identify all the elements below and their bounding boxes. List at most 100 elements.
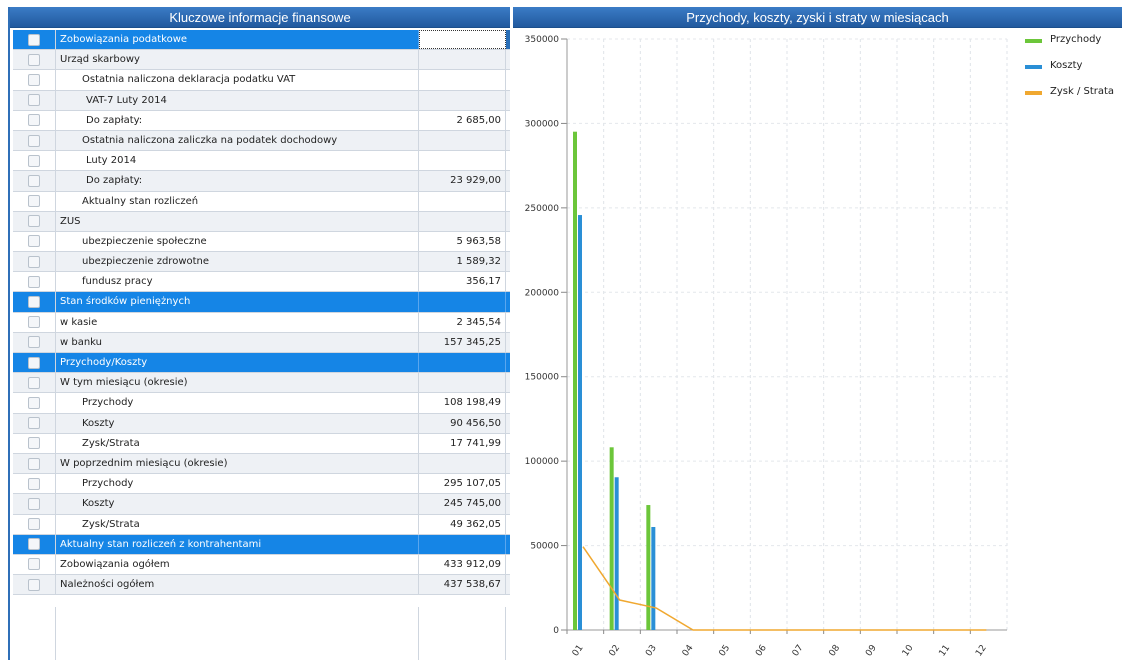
bar-przychody	[646, 505, 651, 630]
row-selector[interactable]	[13, 90, 56, 110]
table-row[interactable]: Luty 2014	[13, 151, 510, 172]
row-checkbox[interactable]	[28, 94, 40, 107]
row-selector[interactable]	[13, 373, 56, 393]
legend-label: Koszty	[1050, 60, 1083, 71]
row-value: 433 912,09	[419, 554, 506, 575]
table-row[interactable]: Ostatnia naliczona zaliczka na podatek d…	[13, 130, 510, 152]
table-row[interactable]: ubezpieczenie społeczne 5 963,58	[13, 231, 510, 253]
table-row[interactable]: ubezpieczenie zdrowotne 1 589,32	[13, 252, 510, 273]
y-tick-label: 250000	[525, 204, 560, 214]
row-selector[interactable]	[13, 171, 56, 191]
row-scroll-gutter	[506, 373, 510, 392]
row-checkbox[interactable]	[28, 53, 40, 66]
table-row[interactable]: w banku 157 345,25	[13, 332, 510, 353]
row-checkbox[interactable]	[28, 215, 40, 228]
row-checkbox[interactable]	[28, 134, 40, 147]
row-checkbox[interactable]	[28, 275, 40, 288]
row-selector[interactable]	[13, 494, 56, 514]
row-selector[interactable]	[13, 332, 56, 352]
row-checkbox[interactable]	[28, 376, 40, 389]
table-row[interactable]: Do zapłaty: 23 929,00	[13, 171, 510, 192]
row-selector[interactable]	[13, 413, 56, 433]
section-header-row[interactable]: Zobowiązania podatkowe	[13, 30, 510, 51]
table-row[interactable]: Urząd skarbowy	[13, 50, 510, 71]
row-checkbox[interactable]	[28, 255, 40, 268]
table-row[interactable]: Koszty 245 745,00	[13, 494, 510, 515]
row-checkbox[interactable]	[28, 154, 40, 167]
row-selector[interactable]	[13, 130, 56, 151]
section-header-row[interactable]: Stan środków pieniężnych	[13, 292, 510, 313]
table-row[interactable]: fundusz pracy 356,17	[13, 272, 510, 293]
row-value: 437 538,67	[419, 575, 506, 595]
row-checkbox[interactable]	[28, 477, 40, 490]
row-selector[interactable]	[13, 110, 56, 130]
x-tick-label: 12	[974, 643, 989, 658]
row-checkbox[interactable]	[28, 336, 40, 349]
row-selector[interactable]	[13, 393, 56, 413]
row-checkbox[interactable]	[28, 538, 40, 551]
row-selector[interactable]	[13, 554, 56, 575]
table-row[interactable]: W poprzednim miesiącu (okresie)	[13, 453, 510, 475]
row-selector[interactable]	[13, 312, 56, 332]
table-row[interactable]: W tym miesiącu (okresie)	[13, 373, 510, 394]
row-label: Luty 2014	[56, 151, 419, 171]
row-selector[interactable]	[13, 474, 56, 494]
section-header-row[interactable]: Aktualny stan rozliczeń z kontrahentami	[13, 534, 510, 555]
table-row[interactable]: Koszty 90 456,50	[13, 413, 510, 434]
row-checkbox[interactable]	[28, 73, 40, 86]
table-row[interactable]: Zobowiązania ogółem 433 912,09	[13, 554, 510, 576]
row-checkbox[interactable]	[28, 356, 40, 369]
y-tick-label: 50000	[530, 542, 559, 552]
row-value: 108 198,49	[419, 393, 506, 413]
section-header-row[interactable]: Przychody/Koszty	[13, 353, 510, 374]
table-row[interactable]: ZUS	[13, 211, 510, 232]
row-checkbox[interactable]	[28, 578, 40, 591]
table-row[interactable]: Zysk/Strata 49 362,05	[13, 514, 510, 535]
row-checkbox[interactable]	[28, 114, 40, 127]
row-selector[interactable]	[13, 514, 56, 534]
row-checkbox[interactable]	[28, 316, 40, 329]
row-selector[interactable]	[13, 292, 56, 312]
table-row[interactable]: Zysk/Strata 17 741,99	[13, 433, 510, 454]
row-selector[interactable]	[13, 50, 56, 70]
row-label: Ostatnia naliczona zaliczka na podatek d…	[56, 130, 419, 151]
row-selector[interactable]	[13, 231, 56, 252]
row-checkbox[interactable]	[28, 33, 40, 46]
row-value	[419, 373, 506, 393]
row-selector[interactable]	[13, 272, 56, 292]
row-checkbox[interactable]	[28, 396, 40, 409]
row-selector[interactable]	[13, 151, 56, 171]
table-row[interactable]: Przychody 295 107,05	[13, 474, 510, 495]
row-selector[interactable]	[13, 211, 56, 231]
row-selector[interactable]	[13, 252, 56, 272]
row-selector[interactable]	[13, 534, 56, 554]
row-checkbox[interactable]	[28, 296, 40, 309]
row-selector[interactable]	[13, 433, 56, 453]
row-selector[interactable]	[13, 30, 56, 50]
row-value: 90 456,50	[419, 413, 506, 433]
table-row[interactable]: Do zapłaty: 2 685,00	[13, 110, 510, 131]
row-checkbox[interactable]	[28, 497, 40, 510]
table-row[interactable]: VAT-7 Luty 2014	[13, 90, 510, 111]
row-checkbox[interactable]	[28, 437, 40, 450]
table-row[interactable]: Należności ogółem 437 538,67	[13, 575, 510, 596]
row-scroll-gutter	[506, 474, 510, 493]
table-row[interactable]: Aktualny stan rozliczeń	[13, 191, 510, 212]
row-checkbox[interactable]	[28, 235, 40, 248]
row-checkbox[interactable]	[28, 195, 40, 208]
row-selector[interactable]	[13, 353, 56, 373]
row-checkbox[interactable]	[28, 417, 40, 430]
legend-item: Koszty	[1025, 59, 1120, 85]
table-row[interactable]: Przychody 108 198,49	[13, 393, 510, 414]
row-selector[interactable]	[13, 453, 56, 474]
row-checkbox[interactable]	[28, 174, 40, 187]
row-selector[interactable]	[13, 70, 56, 90]
bar-koszty	[578, 215, 582, 631]
row-checkbox[interactable]	[28, 558, 40, 571]
table-row[interactable]: w kasie 2 345,54	[13, 312, 510, 333]
table-row[interactable]: Ostatnia naliczona deklaracja podatku VA…	[13, 70, 510, 91]
row-checkbox[interactable]	[28, 518, 40, 531]
row-selector[interactable]	[13, 575, 56, 595]
row-selector[interactable]	[13, 191, 56, 211]
row-checkbox[interactable]	[28, 457, 40, 470]
